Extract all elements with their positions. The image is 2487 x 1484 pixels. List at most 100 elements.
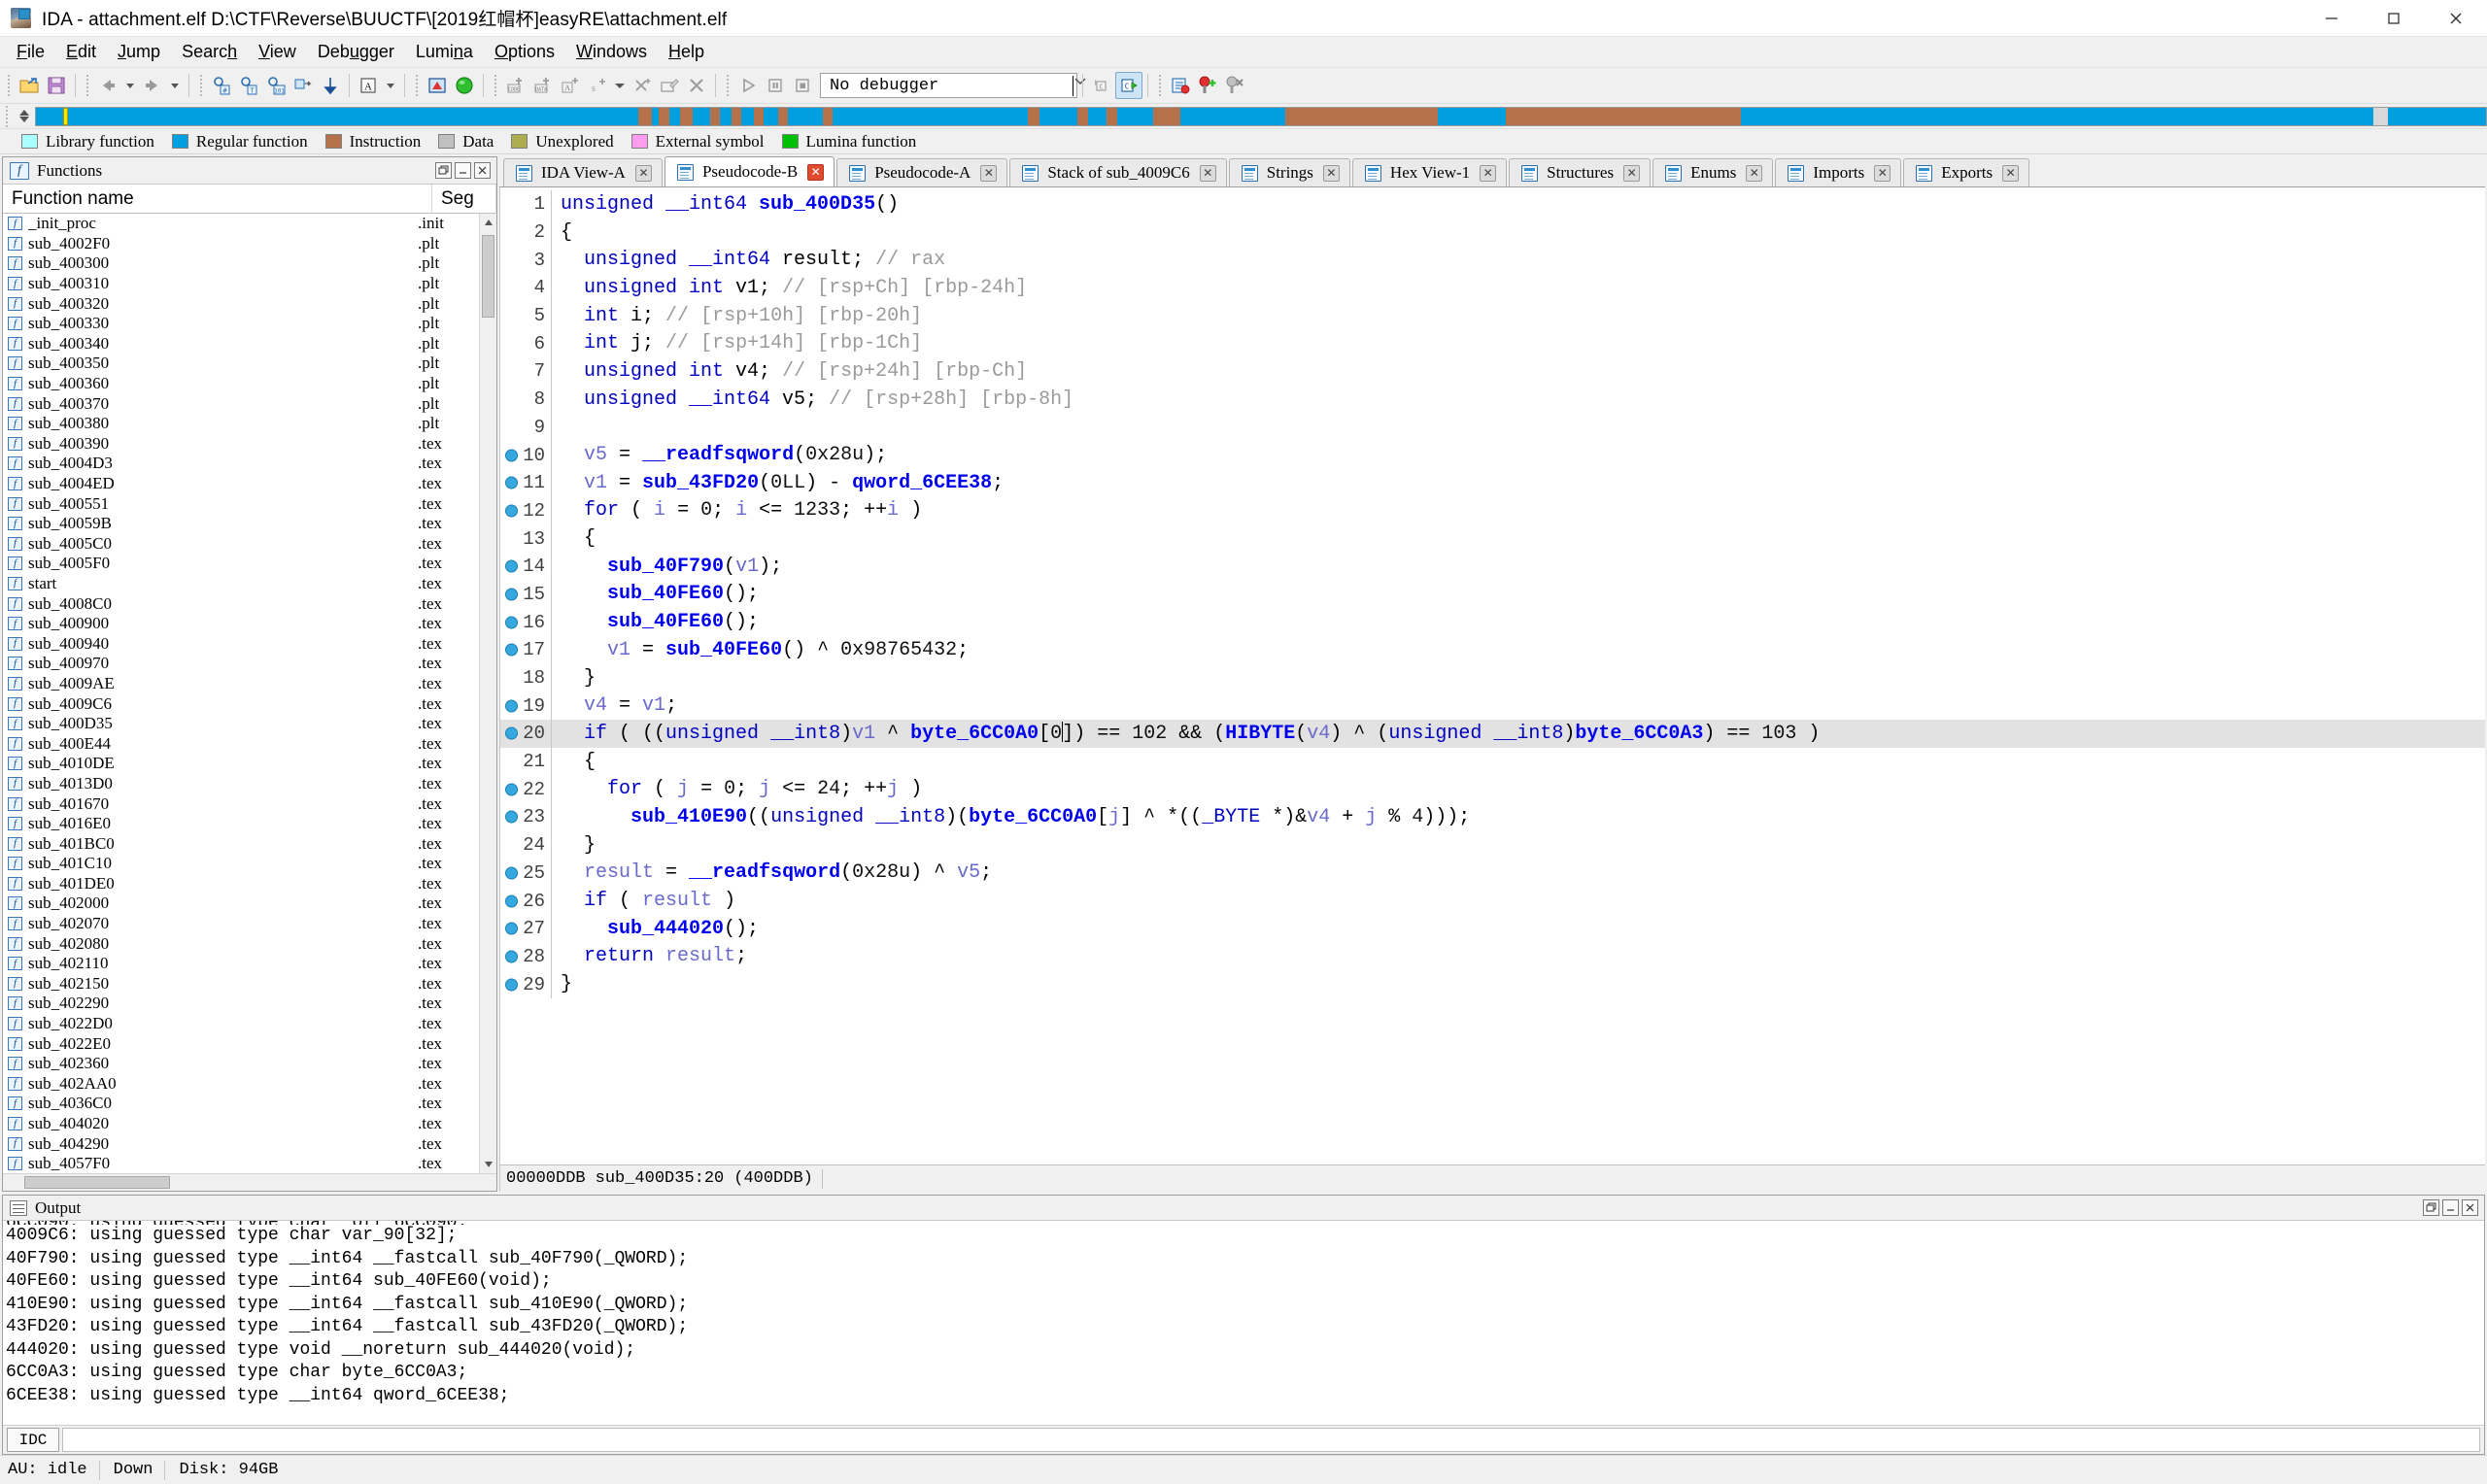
function-list-item[interactable]: f sub_400970 .tex	[3, 654, 479, 674]
breakpoint-marker-icon[interactable]	[505, 726, 518, 740]
make-ascii-icon[interactable]: A	[557, 72, 584, 99]
close-icon[interactable]	[474, 162, 491, 179]
pseudocode-line[interactable]: 13 {	[500, 524, 2485, 553]
navigator-grip[interactable]	[3, 103, 11, 129]
breakpoint-marker-icon[interactable]	[505, 978, 518, 992]
function-list-item[interactable]: f sub_400390 .tex	[3, 434, 479, 455]
search-text-icon[interactable]: T	[235, 72, 262, 99]
functions-horizontal-scrollbar[interactable]	[3, 1173, 496, 1191]
navigator-arrows[interactable]	[14, 110, 35, 122]
line-gutter[interactable]: 16	[500, 608, 551, 636]
menu-view[interactable]: View	[248, 39, 307, 65]
restore-icon[interactable]	[2423, 1199, 2439, 1216]
column-header-function-name[interactable]: Function name	[3, 184, 432, 214]
line-gutter[interactable]: 2	[500, 219, 551, 247]
function-list-item[interactable]: f sub_400D35 .tex	[3, 714, 479, 734]
pseudocode-line[interactable]: 6 int j; // [rsp+14h] [rbp-1Ch]	[500, 329, 2485, 358]
tab-imports[interactable]: Imports ✕	[1775, 158, 1902, 186]
toolbar-grip[interactable]	[5, 73, 13, 98]
function-list-item[interactable]: f sub_4004D3 .tex	[3, 454, 479, 474]
menu-debugger[interactable]: Debugger	[307, 39, 405, 65]
function-list-item[interactable]: f sub_4009C6 .tex	[3, 693, 479, 714]
function-list-item[interactable]: f sub_4005F0 .tex	[3, 554, 479, 574]
function-list-item[interactable]: f sub_401670 .tex	[3, 793, 479, 814]
breakpoint-marker-icon[interactable]	[505, 922, 518, 935]
toolbar-grip-3[interactable]	[197, 73, 205, 98]
pseudocode-line[interactable]: 20 if ( ((unsigned __int8)v1 ^ byte_6CC0…	[500, 720, 2485, 748]
line-gutter[interactable]: 12	[500, 497, 551, 525]
tab-close-icon[interactable]: ✕	[1322, 164, 1340, 182]
jump-down-icon[interactable]	[317, 72, 344, 99]
function-list-item[interactable]: f sub_4013D0 .tex	[3, 774, 479, 794]
pseudocode-line[interactable]: 16 sub_40FE60();	[500, 608, 2485, 636]
breakpoint-list-icon[interactable]	[1167, 72, 1194, 99]
line-gutter[interactable]: 13	[500, 524, 551, 553]
line-gutter[interactable]: 3	[500, 246, 551, 274]
tab-hex-view-1[interactable]: Hex View-1 ✕	[1351, 158, 1508, 186]
menu-windows[interactable]: Windows	[565, 39, 658, 65]
delete-breakpoint-icon[interactable]	[1221, 72, 1248, 99]
function-list-item[interactable]: f sub_401BC0 .tex	[3, 833, 479, 854]
function-list-item[interactable]: f sub_402AA0 .tex	[3, 1074, 479, 1095]
graph-overview-icon[interactable]	[424, 72, 451, 99]
breakpoint-marker-icon[interactable]	[505, 643, 518, 657]
function-list-item[interactable]: f sub_4004ED .tex	[3, 474, 479, 494]
function-list-item[interactable]: f sub_4005C0 .tex	[3, 534, 479, 555]
make-code-icon[interactable]: CODE	[502, 72, 529, 99]
tab-close-icon[interactable]: ✕	[634, 164, 652, 182]
breakpoint-marker-icon[interactable]	[505, 616, 518, 629]
output-log[interactable]: 6CC090: using guessed type char *off_6CC…	[3, 1221, 2484, 1425]
decompile-icon[interactable]: C	[1088, 72, 1115, 99]
navigator-band[interactable]	[35, 106, 2487, 126]
function-list-item[interactable]: f sub_402110 .tex	[3, 954, 479, 974]
function-list-item[interactable]: f sub_401C10 .tex	[3, 854, 479, 874]
pseudocode-line[interactable]: 24 }	[500, 830, 2485, 860]
function-list-item[interactable]: f sub_402070 .tex	[3, 914, 479, 934]
tab-pseudocode-b[interactable]: Pseudocode-B ✕	[664, 156, 835, 186]
back-dropdown-icon[interactable]	[121, 72, 139, 99]
function-list-item[interactable]: f sub_4010DE .tex	[3, 754, 479, 774]
minimize-button[interactable]	[2300, 0, 2363, 37]
function-list-item[interactable]: f sub_402290 .tex	[3, 994, 479, 1014]
toolbar-grip-6[interactable]	[724, 73, 732, 98]
function-list-item[interactable]: f sub_400350 .plt	[3, 354, 479, 374]
function-list-item[interactable]: f sub_4036C0 .tex	[3, 1094, 479, 1114]
line-gutter[interactable]: 27	[500, 915, 551, 943]
function-list-item[interactable]: f sub_400360 .plt	[3, 374, 479, 394]
breakpoint-marker-icon[interactable]	[505, 950, 518, 963]
tab-enums[interactable]: Enums ✕	[1652, 158, 1774, 186]
function-list-item[interactable]: f sub_400E44 .tex	[3, 733, 479, 754]
make-struct-dropdown-icon[interactable]	[611, 72, 629, 99]
breakpoint-marker-icon[interactable]	[505, 559, 518, 573]
function-list-item[interactable]: f sub_400320 .plt	[3, 293, 479, 314]
pseudocode-line[interactable]: 8 unsigned __int64 v5; // [rsp+28h] [rbp…	[500, 385, 2485, 414]
column-header-seg[interactable]: Seg	[432, 184, 496, 214]
font-dropdown-icon[interactable]	[382, 72, 399, 99]
function-list-item[interactable]: f sub_400551 .tex	[3, 493, 479, 514]
play-icon[interactable]	[734, 72, 762, 99]
function-list-item[interactable]: f sub_402000 .tex	[3, 894, 479, 914]
tab-close-icon[interactable]: ✕	[2002, 164, 2020, 182]
function-list-item[interactable]: f sub_400340 .plt	[3, 334, 479, 354]
line-gutter[interactable]: 25	[500, 860, 551, 888]
menu-help[interactable]: Help	[658, 39, 715, 65]
minimize-icon[interactable]	[455, 162, 471, 179]
line-gutter[interactable]: 22	[500, 775, 551, 803]
function-list-item[interactable]: f sub_400380 .plt	[3, 414, 479, 434]
breakpoint-marker-icon[interactable]	[505, 476, 518, 489]
function-list-item[interactable]: f sub_400300 .plt	[3, 253, 479, 274]
decompile-active-icon[interactable]: C	[1115, 72, 1142, 99]
menu-jump[interactable]: Jump	[107, 39, 171, 65]
line-gutter[interactable]: 20	[500, 720, 551, 748]
tab-close-icon[interactable]: ✕	[1199, 164, 1216, 182]
breakpoint-marker-icon[interactable]	[505, 866, 518, 880]
function-list-item[interactable]: f sub_402360 .tex	[3, 1054, 479, 1074]
pseudocode-line[interactable]: 2{	[500, 218, 2485, 247]
pseudocode-line[interactable]: 19 v4 = v1;	[500, 691, 2485, 721]
tab-stack-of-sub-4009c6[interactable]: Stack of sub_4009C6 ✕	[1009, 158, 1227, 186]
forward-arrow-icon[interactable]	[139, 72, 166, 99]
open-file-icon[interactable]	[16, 72, 43, 99]
pseudocode-line[interactable]: 14 sub_40F790(v1);	[500, 552, 2485, 581]
line-gutter[interactable]: 23	[500, 803, 551, 831]
breakpoint-marker-icon[interactable]	[505, 449, 518, 462]
